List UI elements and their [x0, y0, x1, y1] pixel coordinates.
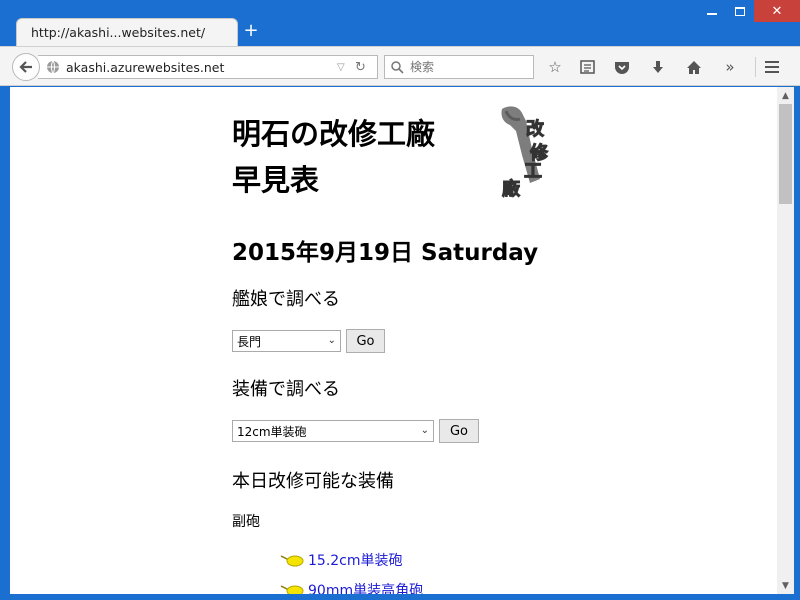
url-text: akashi.azurewebsites.net [66, 59, 225, 75]
scroll-down-icon[interactable]: ▼ [777, 577, 794, 594]
back-arrow-icon [19, 61, 32, 73]
window-left-border [0, 87, 10, 600]
minimize-icon [707, 13, 717, 15]
current-date: 2015年9月19日 Saturday [232, 240, 539, 266]
svg-text:廠: 廠 [502, 178, 521, 199]
today-heading: 本日改修可能な装備 [232, 471, 394, 492]
bookmark-star-icon[interactable]: ☆ [545, 57, 565, 77]
list-item: 90mm単装高角砲 [280, 575, 423, 594]
equipment-select-value: 12cm単装砲 [237, 424, 307, 439]
equipment-search-heading: 装備で調べる [232, 379, 340, 400]
menu-hamburger-icon[interactable] [762, 57, 782, 77]
download-icon[interactable] [648, 57, 668, 77]
search-input[interactable] [410, 60, 530, 74]
search-box[interactable] [384, 55, 534, 79]
close-button[interactable]: ✕ [754, 0, 800, 22]
window-bottom-border [0, 594, 800, 600]
window-controls: ✕ [698, 0, 800, 24]
title-line-1: 明石の改修工廠 [232, 117, 436, 151]
new-tab-button[interactable]: + [243, 21, 259, 41]
ship-search-heading: 艦娘で調べる [232, 289, 340, 310]
ship-select-value: 長門 [237, 334, 262, 349]
equipment-go-button[interactable]: Go [439, 419, 479, 443]
category-label: 副砲 [232, 514, 260, 530]
home-icon[interactable] [684, 57, 704, 77]
page-title: 明石の改修工廠 早見表 [232, 111, 435, 203]
reading-list-icon[interactable] [577, 57, 597, 77]
chevron-down-icon: ⌄ [420, 425, 429, 436]
ship-select[interactable]: 長門 ⌄ [232, 330, 341, 352]
browser-tab[interactable]: http://akashi...websites.net/ [16, 18, 238, 46]
equipment-bullet-icon [280, 585, 304, 594]
akashi-wrench-logo: 改 修 工 廠 [501, 106, 550, 199]
chevron-down-icon: ⌄ [327, 335, 336, 346]
equipment-list: 15.2cm単装砲 90mm単装高角砲 [280, 545, 423, 594]
address-bar[interactable]: akashi.azurewebsites.net ▽ ↻ [38, 55, 378, 79]
tab-title: http://akashi...websites.net/ [31, 25, 206, 40]
equipment-link[interactable]: 90mm単装高角砲 [308, 580, 423, 594]
nav-toolbar: akashi.azurewebsites.net ▽ ↻ ☆ [0, 46, 800, 86]
maximize-icon [735, 6, 745, 16]
list-item: 15.2cm単装砲 [280, 545, 423, 575]
equipment-select[interactable]: 12cm単装砲 ⌄ [232, 420, 434, 442]
svg-text:工: 工 [524, 161, 542, 182]
url-dropdown-icon[interactable]: ▽ [337, 62, 351, 73]
title-bar: http://akashi...websites.net/ + ✕ [0, 0, 800, 46]
pocket-icon[interactable] [612, 57, 632, 77]
search-icon [391, 60, 404, 74]
title-line-2: 早見表 [232, 163, 320, 197]
toolbar-separator [755, 57, 756, 77]
scroll-up-icon[interactable]: ▲ [777, 87, 794, 104]
close-icon: ✕ [771, 3, 783, 19]
minimize-button[interactable] [698, 0, 726, 22]
equipment-link[interactable]: 15.2cm単装砲 [308, 550, 403, 570]
svg-text:改: 改 [526, 118, 545, 140]
maximize-button[interactable] [726, 0, 754, 22]
vertical-scrollbar[interactable]: ▲ ▼ [777, 87, 794, 594]
window-right-border [794, 87, 800, 600]
reload-icon[interactable]: ↻ [355, 60, 371, 75]
overflow-chevron-icon[interactable]: » [720, 57, 740, 77]
back-button[interactable] [12, 53, 40, 81]
page-viewport: 明石の改修工廠 早見表 改 修 工 廠 2015年9月19日 Saturday … [10, 87, 777, 594]
ship-go-button[interactable]: Go [346, 329, 385, 353]
equipment-bullet-icon [280, 555, 304, 567]
browser-window: http://akashi...websites.net/ + ✕ akashi… [0, 0, 800, 600]
globe-icon [47, 60, 59, 74]
scroll-thumb[interactable] [779, 104, 792, 204]
